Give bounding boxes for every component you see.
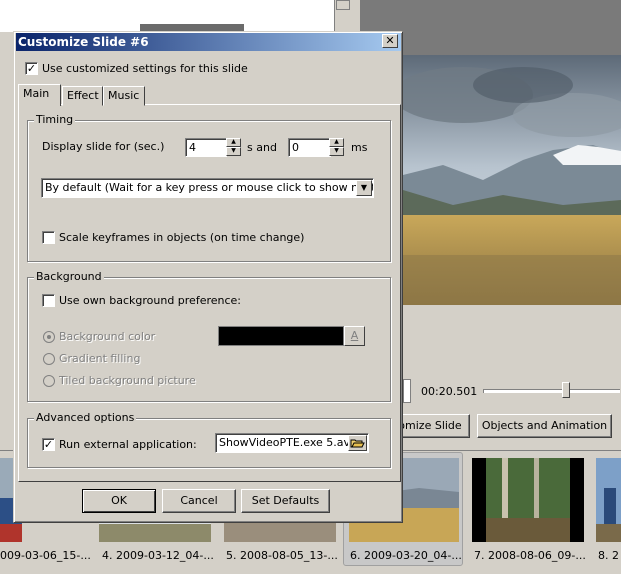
tiled-picture-radio[interactable] — [43, 375, 55, 387]
dialog-title: Customize Slide #6 — [18, 35, 149, 49]
cancel-button[interactable]: Cancel — [162, 489, 236, 513]
tab-main[interactable]: Main — [18, 84, 61, 106]
thumbnail-label: 5. 2008-08-05_13-... — [226, 549, 338, 562]
close-icon: ✕ — [385, 34, 395, 47]
thumbnail-label: 6. 2009-03-20_04-... — [350, 549, 462, 562]
tiled-picture-label: Tiled background picture — [59, 374, 196, 387]
spin-up-icon[interactable]: ▲ — [226, 138, 241, 147]
seconds-spinner[interactable]: ▲ ▼ — [226, 138, 241, 156]
slide-thumbnail[interactable] — [472, 458, 584, 542]
thumbnail-label: 7. 2008-08-06_09-... — [474, 549, 586, 562]
run-external-checkbox[interactable]: ✓ — [42, 438, 55, 451]
check-icon: ✓ — [43, 438, 54, 451]
seek-slider-track[interactable] — [483, 389, 620, 393]
folder-open-icon — [350, 439, 365, 448]
font-color-icon: A — [350, 329, 359, 342]
scrollbar-thumb[interactable] — [336, 0, 350, 10]
display-duration-label: Display slide for (sec.) — [42, 140, 165, 153]
chevron-down-icon[interactable]: ▼ — [356, 180, 372, 196]
thumbnail-label: 009-03-06_15-... — [0, 549, 91, 562]
browse-button[interactable] — [348, 435, 367, 451]
use-custom-checkbox[interactable]: ✓ — [25, 62, 38, 75]
close-button[interactable]: ✕ — [382, 34, 398, 48]
external-app-input[interactable]: ShowVideoPTE.exe 5.avi 1 — [215, 433, 369, 453]
tab-effect[interactable]: Effect — [62, 86, 103, 106]
time-readout: 00:20.501 — [421, 385, 478, 398]
milliseconds-spinner[interactable]: ▲ ▼ — [329, 138, 344, 156]
set-defaults-button[interactable]: Set Defaults — [241, 489, 330, 513]
scale-keyframes-label: Scale keyframes in objects (on time chan… — [59, 231, 305, 244]
run-external-label: Run external application: — [59, 438, 197, 451]
timing-group-title: Timing — [34, 113, 76, 126]
background-color-radio[interactable] — [43, 331, 55, 343]
tab-effect-label: Effect — [67, 89, 99, 102]
slide-thumbnail[interactable] — [596, 458, 621, 542]
own-background-checkbox[interactable] — [42, 294, 55, 307]
use-custom-label: Use customized settings for this slide — [42, 62, 248, 75]
spin-down-icon[interactable]: ▼ — [226, 147, 241, 156]
spin-up-icon[interactable]: ▲ — [329, 138, 344, 147]
gradient-radio[interactable] — [43, 353, 55, 365]
gradient-label: Gradient filling — [59, 352, 141, 365]
ok-button[interactable]: OK — [82, 489, 156, 513]
tab-music[interactable]: Music — [103, 86, 145, 106]
slide-preview-image — [403, 55, 621, 305]
spin-down-icon[interactable]: ▼ — [329, 147, 344, 156]
seconds-and-label: s and — [247, 141, 277, 154]
thumbnail-label: 8. 2 — [598, 549, 619, 562]
seconds-input[interactable]: 4 — [185, 138, 227, 157]
thumbnail-label: 4. 2009-03-12_04-... — [102, 549, 214, 562]
scale-keyframes-checkbox[interactable] — [42, 231, 55, 244]
tab-main-label: Main — [23, 87, 50, 100]
advanced-group-title: Advanced options — [34, 411, 137, 424]
milliseconds-input[interactable]: 0 — [288, 138, 331, 157]
objects-and-animation-button[interactable]: Objects and Animation — [477, 414, 612, 438]
check-icon: ✓ — [26, 62, 37, 75]
tab-music-label: Music — [108, 89, 140, 102]
milliseconds-unit-label: ms — [351, 141, 368, 154]
color-picker-button[interactable]: A — [344, 326, 365, 346]
seek-slider-thumb[interactable] — [562, 382, 570, 398]
external-app-value: ShowVideoPTE.exe 5.avi 1 — [219, 436, 364, 449]
own-background-label: Use own background preference: — [59, 294, 242, 307]
background-group-title: Background — [34, 270, 104, 283]
play-control-edge[interactable] — [403, 379, 411, 403]
background-color-label: Background color — [59, 330, 156, 343]
advance-mode-value: By default (Wait for a key press or mous… — [45, 181, 374, 194]
advance-mode-select[interactable]: By default (Wait for a key press or mous… — [41, 178, 374, 198]
background-color-swatch[interactable] — [218, 326, 344, 346]
